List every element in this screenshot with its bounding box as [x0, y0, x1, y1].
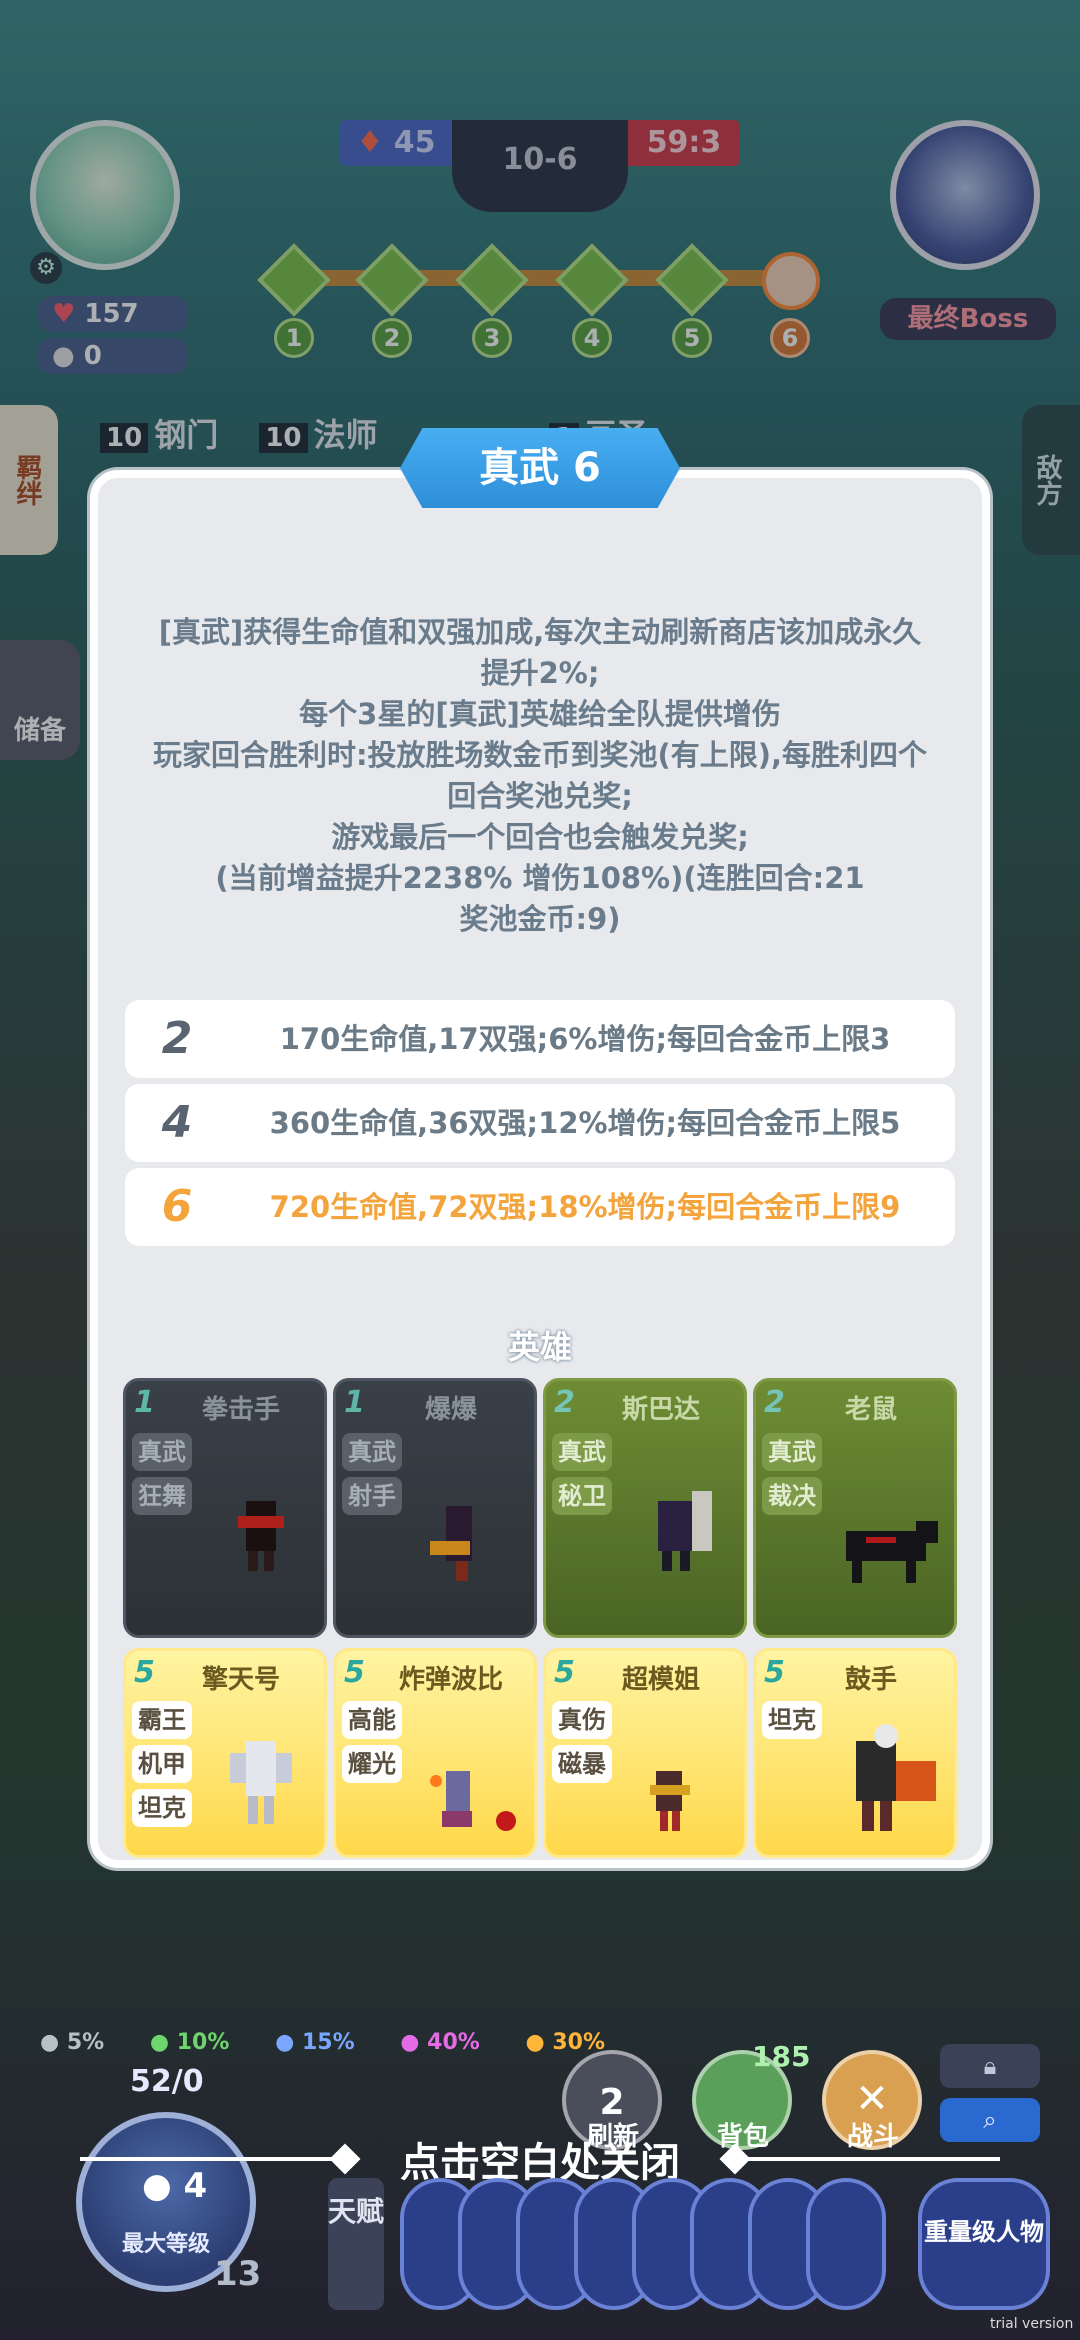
- mech-sprite-icon: [230, 1741, 292, 1824]
- xp-counter: 52/0: [130, 2064, 204, 2099]
- drummer-sprite-icon: [856, 1724, 936, 1831]
- shop-odds-row: ● 5% ● 10% ● 15% ● 40% ● 30%: [40, 2030, 643, 2055]
- odds-tier2: ● 10%: [149, 2030, 230, 2055]
- hero-trait: 坦克: [762, 1701, 822, 1739]
- description-line: 每个3星的[真武]英雄给全队提供增伤: [299, 697, 781, 731]
- hero-trait: 真武: [762, 1433, 822, 1471]
- hero-card[interactable]: 5 超模姐 真伤 磁暴: [543, 1648, 747, 1858]
- panther-sprite-icon: [846, 1521, 938, 1583]
- lock-shop-button[interactable]: 🔒︎: [940, 2044, 1040, 2088]
- hero-trait: 裁决: [762, 1477, 822, 1515]
- close-hint[interactable]: 点击空白处关闭: [0, 2130, 1080, 2188]
- hero-name: 拳击手: [201, 1395, 280, 1425]
- hero-name: 爆爆: [424, 1395, 477, 1425]
- hero-trait: 真武: [132, 1433, 192, 1471]
- description-line: 提升2%;: [480, 656, 600, 690]
- odds-tier4: ● 40%: [400, 2030, 480, 2055]
- hero-cost: 5: [764, 1655, 785, 1690]
- hero-card[interactable]: 1 拳击手 真武 狂舞: [123, 1378, 327, 1638]
- hero-card[interactable]: 2 斯巴达 真武 秘卫: [543, 1378, 747, 1638]
- description-line: (当前增益提升2238% 增伤108%)(连胜回合:21: [215, 861, 865, 895]
- hero-name: 炸弹波比: [398, 1665, 503, 1695]
- hero-cost: 5: [554, 1655, 575, 1690]
- bomber-sprite-icon: [430, 1506, 472, 1581]
- talent-tab[interactable]: 天赋: [328, 2178, 384, 2310]
- hero-card[interactable]: 2 老鼠 真武 裁决: [753, 1378, 957, 1638]
- tier-level: 2: [161, 1013, 193, 1064]
- hero-trait: 耀光: [342, 1745, 402, 1783]
- hero-trait: 射手: [342, 1477, 402, 1515]
- hero-cost: 2: [554, 1385, 575, 1420]
- tier-row: 4 360生命值,36双强;12%增伤;每回合金币上限5: [125, 1084, 955, 1162]
- description-line: 玩家回合胜利时:投放胜场数金币到奖池(有上限),每胜利四个: [152, 738, 928, 772]
- description-line: 奖池金币:9): [459, 902, 621, 936]
- bag-count: 185: [752, 2040, 811, 2073]
- spartan-sprite-icon: [658, 1491, 712, 1571]
- hero-trait: 真武: [342, 1433, 402, 1471]
- hero-trait: 坦克: [132, 1789, 192, 1827]
- trial-watermark: trial version: [990, 2316, 1074, 2332]
- hero-name: 超模姐: [621, 1665, 700, 1695]
- odds-tier3: ● 15%: [275, 2030, 355, 2055]
- hero-card[interactable]: 1 爆爆 真武 射手: [333, 1378, 537, 1638]
- hero-name: 斯巴达: [621, 1395, 700, 1425]
- hero-card[interactable]: 5 炸弹波比 高能 耀光: [333, 1648, 537, 1858]
- hero-trait: 狂舞: [132, 1477, 192, 1515]
- hero-trait: 霸王: [132, 1701, 192, 1739]
- hero-trait: 磁暴: [552, 1745, 612, 1783]
- description-line: [真武]获得生命值和双强加成,每次主动刷新商店该加成永久: [158, 615, 922, 649]
- hero-cost: 5: [344, 1655, 365, 1690]
- hero-name: 鼓手: [844, 1665, 897, 1695]
- tier-row-active: 6 720生命值,72双强;18%增伤;每回合金币上限9: [125, 1168, 955, 1246]
- tier-bonus: 170生命值,17双强;6%增伤;每回合金币上限3: [279, 1022, 891, 1056]
- hero-name: 老鼠: [844, 1395, 897, 1425]
- odds-tier5: ● 30%: [525, 2030, 606, 2055]
- hero-cost: 1: [344, 1385, 365, 1420]
- supermodel-sprite-icon: [650, 1771, 690, 1831]
- hero-name: 擎天号: [201, 1665, 280, 1695]
- modal-title: 真武 6: [400, 428, 680, 508]
- hero-trait: 秘卫: [552, 1477, 612, 1515]
- heavyweight-skill[interactable]: 重量级人物: [918, 2178, 1050, 2310]
- boxer-sprite-icon: [238, 1501, 284, 1571]
- hero-cost: 2: [764, 1385, 785, 1420]
- tier-bonus: 720生命值,72双强;18%增伤;每回合金币上限9: [269, 1190, 901, 1224]
- bomb-poppy-sprite-icon: [430, 1771, 516, 1831]
- synergy-description: [真武]获得生命值和双强加成,每次主动刷新商店该加成永久 提升2%; 每个3星的…: [110, 612, 970, 940]
- hero-card[interactable]: 5 鼓手 坦克: [753, 1648, 957, 1858]
- lock-icon: 🔒︎: [983, 2052, 997, 2080]
- player-level: 13: [214, 2254, 262, 2294]
- hero-card[interactable]: 5 擎天号 霸王 机甲 坦克: [123, 1648, 327, 1858]
- odds-tier1: ● 5%: [40, 2030, 105, 2055]
- tier-bonus: 360生命值,36双强;12%增伤;每回合金币上限5: [269, 1106, 901, 1140]
- tier-level: 4: [161, 1097, 193, 1148]
- hero-trait: 高能: [342, 1701, 402, 1739]
- hero-trait: 真武: [552, 1433, 612, 1471]
- hero-trait: 机甲: [132, 1745, 192, 1783]
- heroes-title: 英雄: [507, 1328, 572, 1366]
- description-line: 回合奖池兑奖;: [447, 779, 633, 813]
- hero-trait: 真伤: [552, 1701, 612, 1739]
- skill-slot[interactable]: [806, 2178, 886, 2310]
- hero-cost: 1: [134, 1385, 155, 1420]
- tier-row: 2 170生命值,17双强;6%增伤;每回合金币上限3: [125, 1000, 955, 1078]
- description-line: 游戏最后一个回合也会触发兑奖;: [331, 820, 749, 854]
- hero-cost: 5: [134, 1655, 155, 1690]
- tier-level: 6: [161, 1181, 193, 1232]
